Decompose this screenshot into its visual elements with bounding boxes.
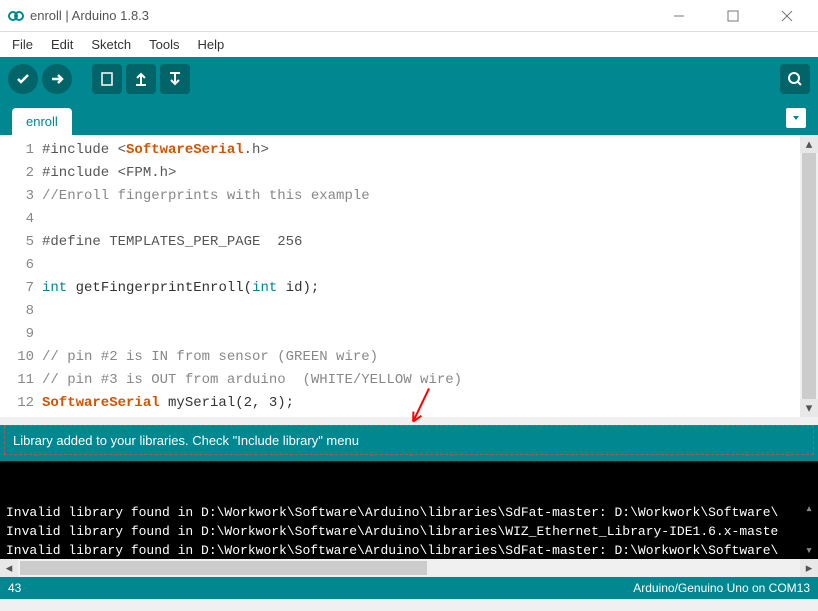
horizontal-scrollbar[interactable]: ◂ ▸ <box>0 559 818 577</box>
board-info: Arduino/Genuino Uno on COM13 <box>633 581 810 595</box>
line-number: 11 <box>4 369 34 392</box>
maximize-button[interactable] <box>718 1 748 31</box>
verify-button[interactable] <box>8 64 38 94</box>
menu-bar: File Edit Sketch Tools Help <box>0 32 818 57</box>
line-number: 3 <box>4 185 34 208</box>
scroll-thumb[interactable] <box>802 153 816 399</box>
title-bar: enroll | Arduino 1.8.3 <box>0 0 818 32</box>
new-button[interactable] <box>92 64 122 94</box>
code-line[interactable] <box>42 323 800 346</box>
open-button[interactable] <box>126 64 156 94</box>
window-title: enroll | Arduino 1.8.3 <box>30 8 664 23</box>
console-line: Invalid library found in D:\Workwork\Sof… <box>6 522 812 541</box>
tabs-bar: enroll <box>0 101 818 135</box>
line-gutter: 123456789101112 <box>0 135 42 417</box>
code-line[interactable]: #include <FPM.h> <box>42 162 800 185</box>
line-number: 12 <box>4 392 34 415</box>
scroll-h-thumb[interactable] <box>20 561 427 575</box>
scroll-left-button[interactable]: ◂ <box>0 559 18 577</box>
arduino-icon <box>8 8 24 24</box>
close-button[interactable] <box>772 1 802 31</box>
code-line[interactable] <box>42 254 800 277</box>
line-number: 2 <box>4 162 34 185</box>
upload-button[interactable] <box>42 64 72 94</box>
console-vertical-scrollbar[interactable]: ▴ ▾ <box>800 461 818 559</box>
code-line[interactable]: // pin #2 is IN from sensor (GREEN wire) <box>42 346 800 369</box>
scroll-right-button[interactable]: ▸ <box>800 559 818 577</box>
line-number: 43 <box>8 581 21 595</box>
menu-tools[interactable]: Tools <box>141 35 187 54</box>
code-line[interactable]: #define TEMPLATES_PER_PAGE 256 <box>42 231 800 254</box>
code-line[interactable]: int getFingerprintEnroll(int id); <box>42 277 800 300</box>
line-number: 5 <box>4 231 34 254</box>
code-line[interactable]: // pin #3 is OUT from arduino (WHITE/YEL… <box>42 369 800 392</box>
menu-file[interactable]: File <box>4 35 41 54</box>
line-number: 9 <box>4 323 34 346</box>
code-line[interactable] <box>42 300 800 323</box>
minimize-button[interactable] <box>664 1 694 31</box>
tab-menu-button[interactable] <box>786 108 806 128</box>
code-line[interactable]: SoftwareSerial mySerial(2, 3); <box>42 392 800 415</box>
serial-monitor-button[interactable] <box>780 64 810 94</box>
footer-bar: 43 Arduino/Genuino Uno on COM13 <box>0 577 818 599</box>
line-number: 10 <box>4 346 34 369</box>
editor[interactable]: 123456789101112 #include <SoftwareSerial… <box>0 135 818 417</box>
console-line: Invalid library found in D:\Workwork\Sof… <box>6 503 812 522</box>
status-area: Library added to your libraries. Check "… <box>0 425 818 461</box>
vertical-scrollbar[interactable]: ▴ ▾ <box>800 135 818 417</box>
scroll-track[interactable] <box>18 559 800 577</box>
save-button[interactable] <box>160 64 190 94</box>
line-number: 1 <box>4 139 34 162</box>
console-line: Invalid library found in D:\Workwork\Sof… <box>6 541 812 559</box>
menu-sketch[interactable]: Sketch <box>83 35 139 54</box>
code-line[interactable]: #include <SoftwareSerial.h> <box>42 139 800 162</box>
scroll-down-button[interactable]: ▾ <box>800 399 818 417</box>
console-scroll-up[interactable]: ▴ <box>800 499 818 517</box>
scroll-up-button[interactable]: ▴ <box>800 135 818 153</box>
console[interactable]: Invalid library found in D:\Workwork\Sof… <box>0 461 818 559</box>
code-area[interactable]: #include <SoftwareSerial.h>#include <FPM… <box>42 135 800 417</box>
code-line[interactable]: //Enroll fingerprints with this example <box>42 185 800 208</box>
toolbar <box>0 57 818 101</box>
line-number: 4 <box>4 208 34 231</box>
console-scroll-down[interactable]: ▾ <box>800 541 818 559</box>
line-number: 7 <box>4 277 34 300</box>
menu-help[interactable]: Help <box>189 35 232 54</box>
status-message: Library added to your libraries. Check "… <box>4 425 814 455</box>
code-line[interactable] <box>42 208 800 231</box>
menu-edit[interactable]: Edit <box>43 35 81 54</box>
line-number: 8 <box>4 300 34 323</box>
tab-enroll[interactable]: enroll <box>12 108 72 135</box>
line-number: 6 <box>4 254 34 277</box>
